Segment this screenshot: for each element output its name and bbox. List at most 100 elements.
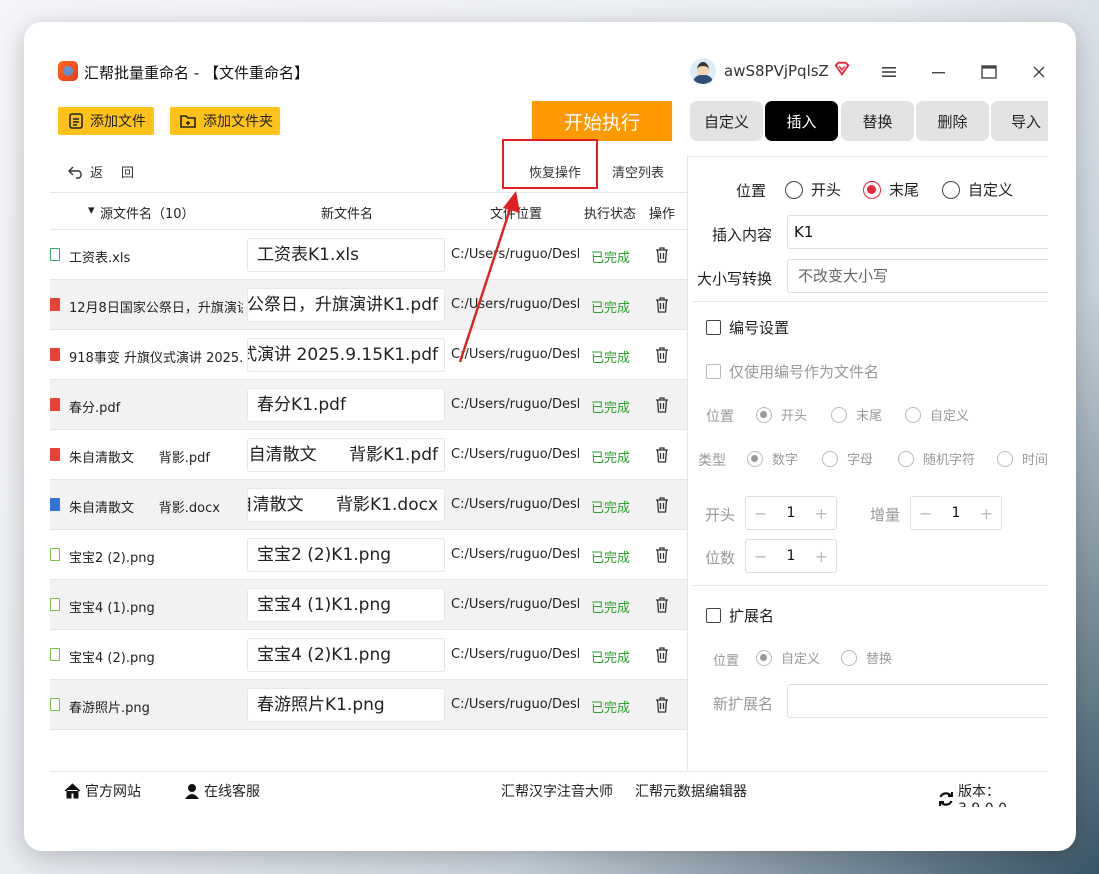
maximize-icon[interactable]	[974, 58, 1004, 86]
plus-icon: +	[814, 503, 828, 523]
vip-heart-icon[interactable]	[833, 60, 851, 78]
num-position-end[interactable]: 末尾	[831, 405, 882, 424]
new-name-field[interactable]: 朱自清散文 背影K1.pdf	[247, 438, 445, 472]
source-file-name: 春分.pdf	[69, 401, 121, 416]
type-number[interactable]: 数字	[747, 449, 798, 468]
table-row[interactable]: 春分.pdf 春分K1.pdf C:/Users/ruguo/Desktop 已…	[50, 380, 687, 430]
trash-icon[interactable]	[655, 597, 669, 613]
increment-stepper[interactable]: −1 +	[910, 496, 1002, 530]
status-badge: 已完成	[591, 451, 631, 466]
numbering-checkbox[interactable]: 编号设置	[706, 317, 789, 338]
table-row[interactable]: 宝宝4 (1).png 宝宝4 (1)K1.png C:/Users/ruguo…	[50, 580, 687, 630]
type-letter[interactable]: 字母	[822, 449, 873, 468]
online-support-link[interactable]: 在线客服	[184, 781, 260, 801]
excel-file-icon	[50, 248, 60, 261]
new-name-field[interactable]: 宝宝4 (2)K1.png	[247, 638, 445, 672]
trash-icon[interactable]	[655, 297, 669, 313]
trash-icon[interactable]	[655, 497, 669, 513]
tab-import[interactable]: 导入	[991, 101, 1048, 141]
pdf-file-icon	[50, 398, 60, 411]
ext-position-label: 位置	[713, 654, 740, 669]
app-link-pinyin[interactable]: 汇帮汉字注音大师	[501, 781, 613, 801]
file-path: C:/Users/ruguo/Desktop	[451, 347, 579, 362]
username[interactable]: awS8PVjPqlsZ	[724, 62, 829, 80]
new-name-field[interactable]: 工资表K1.xls	[247, 238, 445, 272]
trash-icon[interactable]	[655, 247, 669, 263]
file-table-body: 工资表.xls 工资表K1.xls C:/Users/ruguo/Desktop…	[50, 230, 687, 730]
add-folder-icon	[180, 115, 196, 128]
extension-checkbox[interactable]: 扩展名	[706, 605, 774, 626]
plus-icon: +	[814, 546, 828, 566]
header-source[interactable]: 源文件名（10）	[100, 203, 195, 222]
trash-icon[interactable]	[655, 347, 669, 363]
table-row[interactable]: 918事变 升旗仪式演讲 2025.9.15.pdf 旗仪式演讲 2025.9.…	[50, 330, 687, 380]
add-file-icon	[69, 113, 83, 129]
position-option-start[interactable]: 开头	[785, 179, 841, 200]
tab-custom[interactable]: 自定义	[690, 101, 763, 141]
table-row[interactable]: 工资表.xls 工资表K1.xls C:/Users/ruguo/Desktop…	[50, 230, 687, 280]
table-row[interactable]: 朱自清散文 背影.pdf 朱自清散文 背影K1.pdf C:/Users/rug…	[50, 430, 687, 480]
table-row[interactable]: 春游照片.png 春游照片K1.png C:/Users/ruguo/Deskt…	[50, 680, 687, 730]
file-path: C:/Users/ruguo/Desktop	[451, 297, 579, 312]
new-name-field[interactable]: 宝宝2 (2)K1.png	[247, 538, 445, 572]
source-file-name: 春游照片.png	[69, 701, 150, 716]
new-name-field[interactable]: 宝宝4 (1)K1.png	[247, 588, 445, 622]
radio-selected-icon	[756, 406, 772, 423]
avatar[interactable]	[690, 58, 716, 84]
table-row[interactable]: 12月8日国家公祭日，升旗演讲.pdf 家公祭日，升旗演讲K1.pdf C:/U…	[50, 280, 687, 330]
new-name-field[interactable]: 朱自清散文 背影K1.docx	[247, 488, 445, 522]
image-file-icon	[50, 548, 60, 561]
add-folder-button[interactable]: 添加文件夹	[170, 107, 280, 135]
header-status: 执行状态	[584, 207, 637, 222]
sort-caret-icon[interactable]: ▾	[88, 203, 95, 218]
minus-icon: −	[754, 503, 768, 523]
tab-replace[interactable]: 替换	[841, 101, 914, 141]
minimize-icon[interactable]	[924, 58, 954, 86]
official-site-link[interactable]: 官方网站	[64, 781, 141, 801]
start-button[interactable]: 开始执行	[532, 101, 672, 141]
app-logo	[58, 61, 78, 81]
new-name-field[interactable]: 旗仪式演讲 2025.9.15K1.pdf	[247, 338, 445, 372]
ext-position-replace[interactable]: 替换	[841, 648, 892, 667]
table-row[interactable]: 宝宝2 (2).png 宝宝2 (2)K1.png C:/Users/ruguo…	[50, 530, 687, 580]
image-file-icon	[50, 698, 60, 711]
new-ext-input[interactable]	[787, 684, 1048, 718]
file-path: C:/Users/ruguo/Desktop	[451, 547, 579, 562]
trash-icon[interactable]	[655, 697, 669, 713]
minus-icon: −	[754, 546, 768, 566]
table-row[interactable]: 宝宝4 (2).png 宝宝4 (2)K1.png C:/Users/ruguo…	[50, 630, 687, 680]
ext-position-custom[interactable]: 自定义	[756, 648, 820, 667]
pdf-file-icon	[50, 448, 60, 461]
position-option-custom[interactable]: 自定义	[942, 179, 1013, 200]
tab-insert[interactable]: 插入	[765, 101, 838, 141]
new-name-field[interactable]: 春游照片K1.png	[247, 688, 445, 722]
type-label: 类型	[698, 453, 726, 469]
trash-icon[interactable]	[655, 447, 669, 463]
source-file-name: 朱自清散文 背影.pdf	[69, 451, 211, 466]
num-position-start[interactable]: 开头	[756, 405, 807, 424]
trash-icon[interactable]	[655, 397, 669, 413]
radio-selected-icon	[863, 180, 881, 199]
app-link-metadata[interactable]: 汇帮元数据编辑器	[635, 781, 747, 801]
insert-content-input[interactable]: K1	[787, 215, 1048, 249]
new-name-field[interactable]: 家公祭日，升旗演讲K1.pdf	[247, 288, 445, 322]
table-row[interactable]: 朱自清散文 背影.docx 朱自清散文 背影K1.docx C:/Users/r…	[50, 480, 687, 530]
trash-icon[interactable]	[655, 647, 669, 663]
add-files-button[interactable]: 添加文件	[58, 107, 154, 135]
new-name-field[interactable]: 春分K1.pdf	[247, 388, 445, 422]
clear-list-button[interactable]: 清空列表	[612, 162, 664, 181]
position-option-end[interactable]: 末尾	[863, 179, 919, 200]
back-button[interactable]: 返 回	[68, 162, 134, 181]
home-icon	[64, 783, 81, 799]
menu-icon[interactable]	[874, 58, 904, 86]
close-icon[interactable]	[1024, 58, 1048, 86]
type-random[interactable]: 随机字符	[898, 449, 975, 468]
start-stepper[interactable]: −1 +	[745, 496, 837, 530]
only-number-checkbox[interactable]: 仅使用编号作为文件名	[706, 361, 879, 382]
trash-icon[interactable]	[655, 547, 669, 563]
num-position-custom[interactable]: 自定义	[905, 405, 969, 424]
digits-stepper[interactable]: −1 +	[745, 539, 837, 573]
tab-delete[interactable]: 删除	[916, 101, 989, 141]
case-select[interactable]: 不改变大小写	[787, 259, 1048, 293]
type-time[interactable]: 时间	[997, 449, 1048, 468]
